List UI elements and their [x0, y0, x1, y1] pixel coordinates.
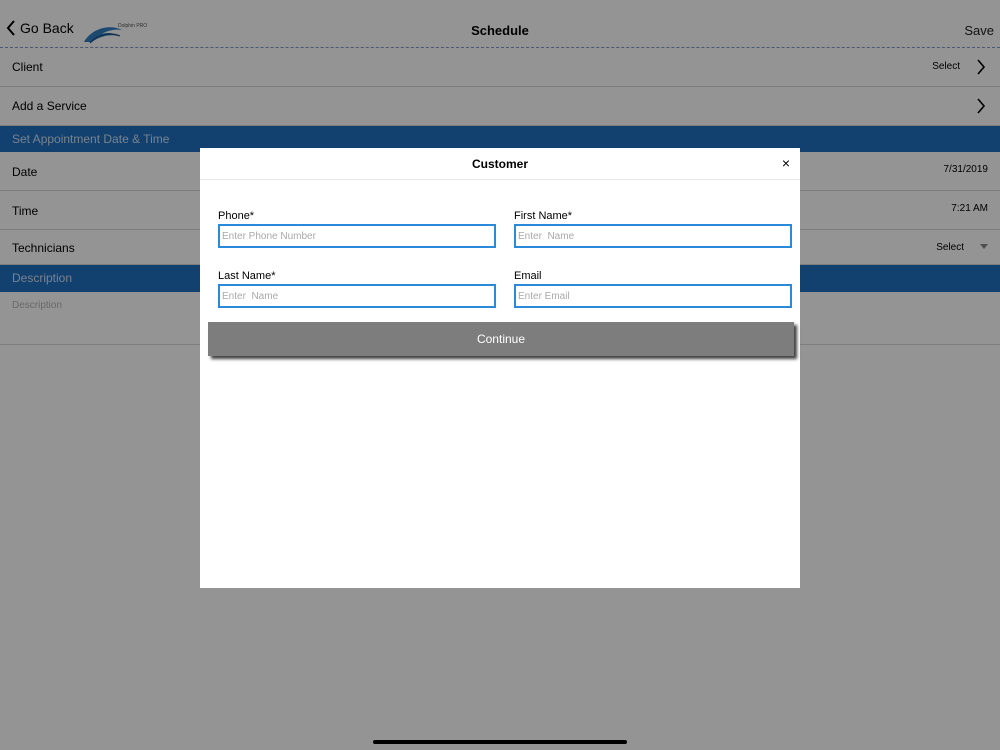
last-name-input[interactable] — [218, 284, 496, 308]
last-name-label: Last Name* — [218, 270, 276, 282]
continue-button[interactable]: Continue — [208, 322, 794, 356]
phone-input[interactable] — [218, 224, 496, 248]
first-name-input[interactable] — [514, 224, 792, 248]
first-name-label: First Name* — [514, 210, 573, 222]
email-input[interactable] — [514, 284, 792, 308]
modal-title: Customer — [471, 157, 528, 171]
modal-header: Customer × — [200, 148, 800, 180]
email-label: Email — [514, 270, 542, 282]
phone-label: Phone* — [218, 210, 255, 222]
customer-modal: Customer × Phone* First Name* Last Name*… — [200, 148, 800, 588]
close-icon[interactable]: × — [782, 156, 790, 170]
